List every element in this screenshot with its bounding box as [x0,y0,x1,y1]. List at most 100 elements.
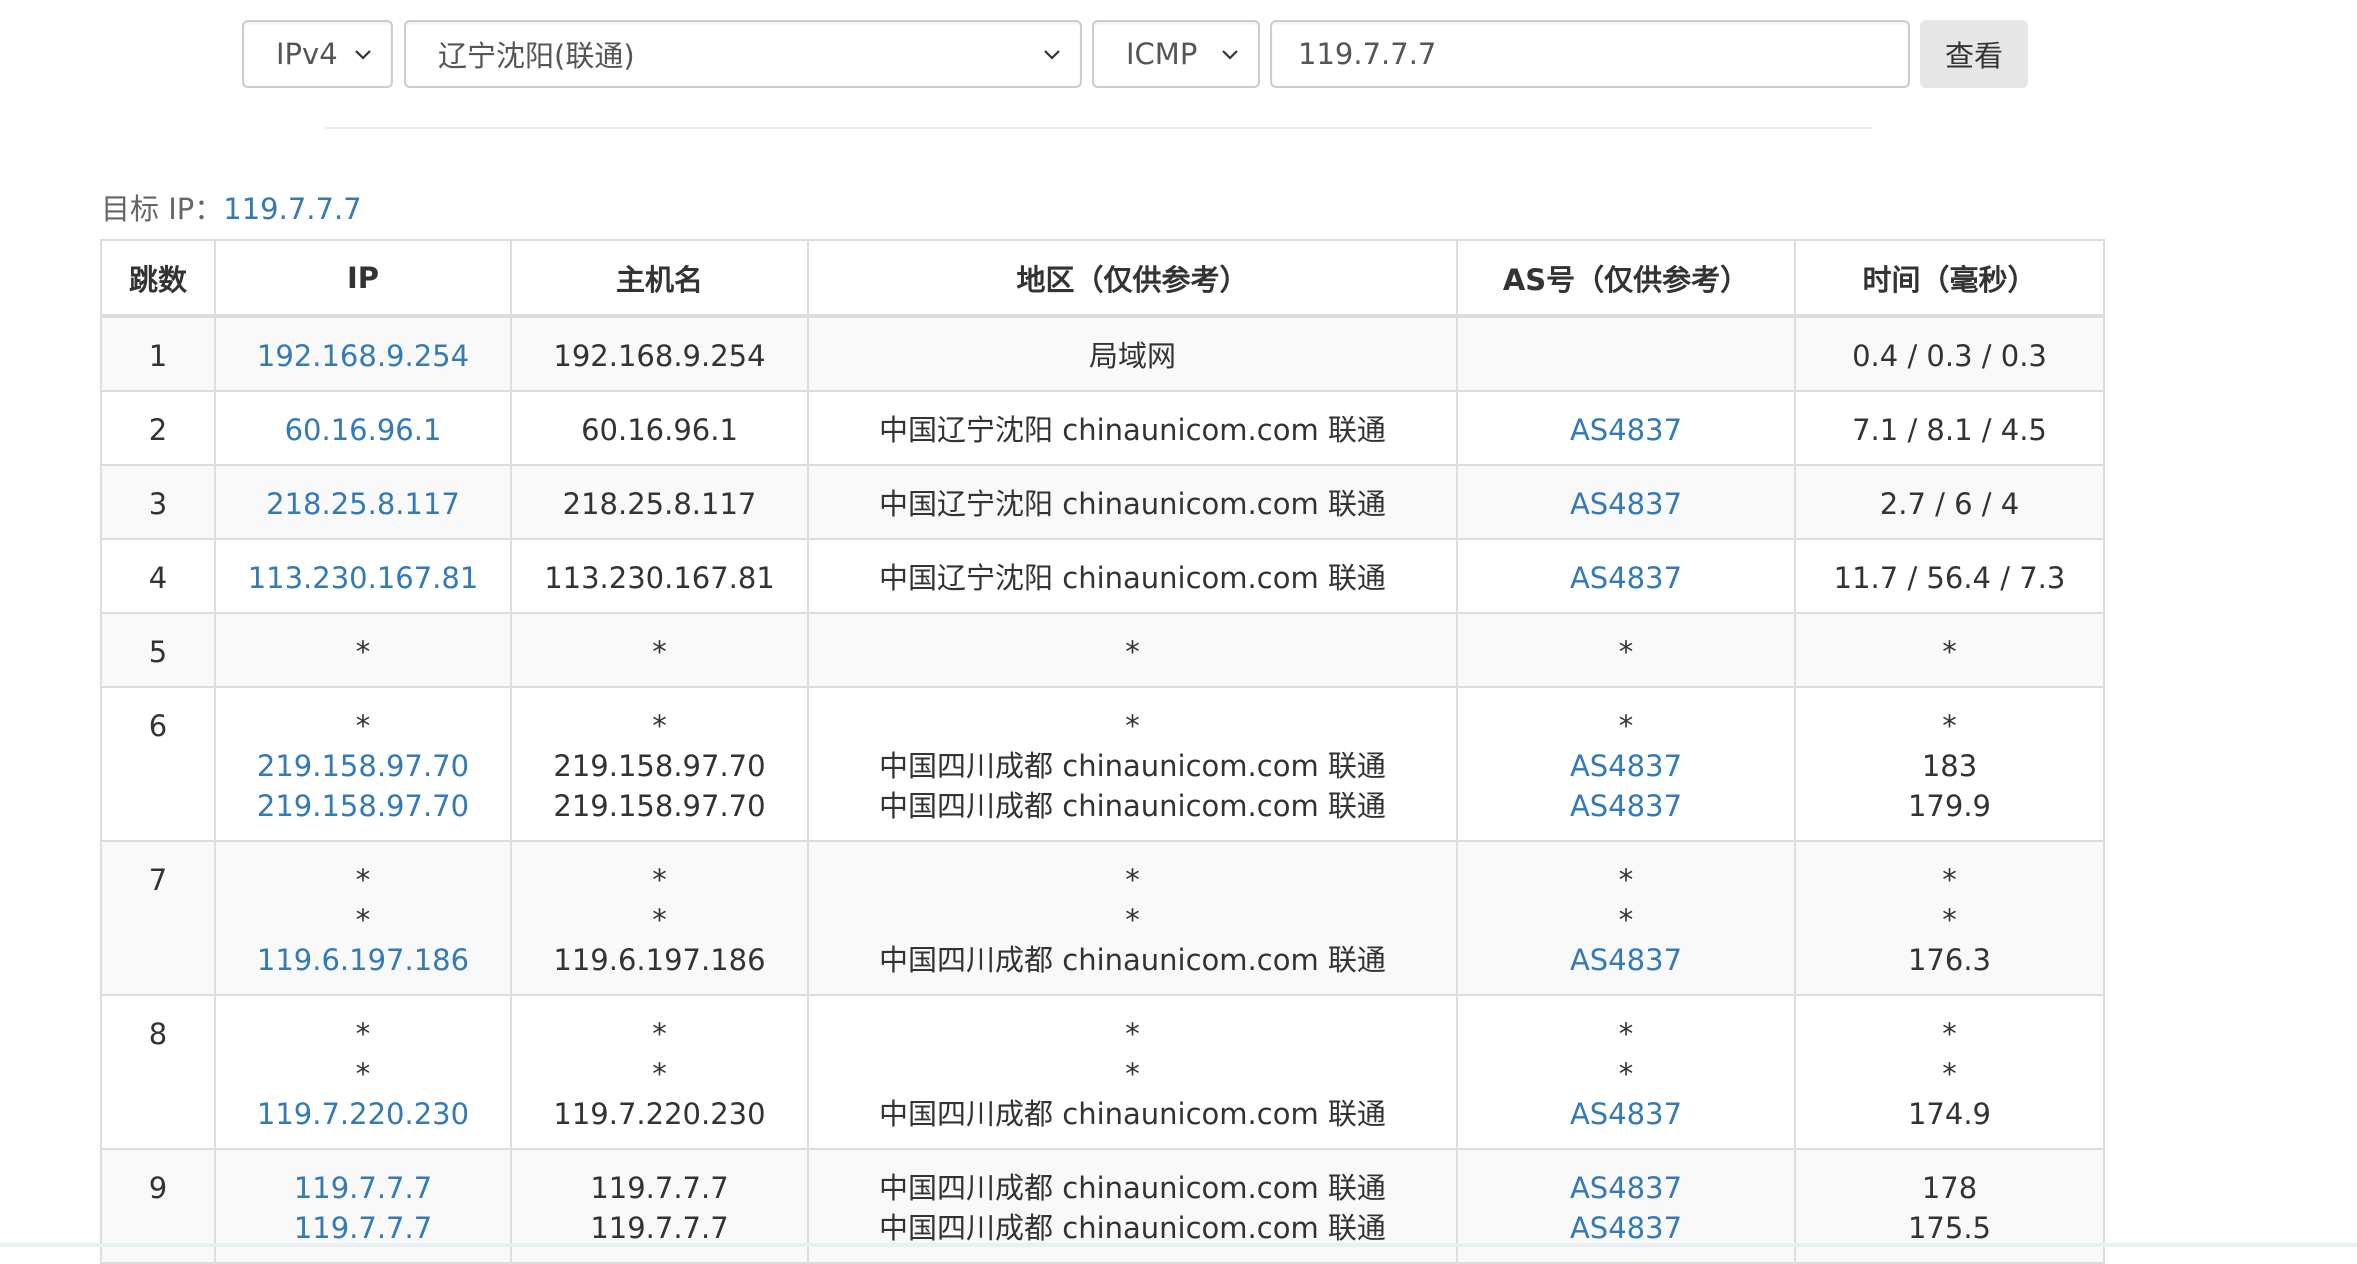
ip-link[interactable]: 219.158.97.70 [216,746,510,786]
region-cell: * [807,612,1458,688]
timeout-marker: * [652,1057,667,1091]
timeout-marker: * [1618,1017,1634,1051]
table-header-row: 跳数 IP 主机名 地区（仅供参考） AS号（仅供参考） 时间（毫秒） [100,239,2105,318]
hop-number: 7 [148,863,168,897]
hostname-cell: 218.25.8.117 [510,464,809,540]
as-link[interactable]: AS4837 [1458,746,1794,786]
header-ip: IP [214,239,512,318]
timeout-marker: * [355,1057,371,1091]
ip-link[interactable]: 119.7.7.7 [216,1168,510,1208]
time-text: 183 [1921,749,1978,783]
hop-number: 8 [148,1017,168,1051]
ip-cell: * [214,612,512,688]
timeout-marker: * [1125,635,1140,669]
region-cell: 局域网 [807,315,1458,392]
timeout-marker: * [1618,635,1634,669]
table-row: 6 * 219.158.97.70 219.158.97.70 * 219.158.97.… [100,686,2105,842]
ip-link[interactable]: 119.7.7.7 [216,1208,510,1248]
region-text: 中国四川成都 chinaunicom.com 联通 [879,789,1386,823]
timeout-marker: * [1942,903,1957,937]
ip-link[interactable]: 60.16.96.1 [216,410,510,450]
protocol-select[interactable]: ICMP [1092,20,1260,88]
chevron-down-icon [1220,44,1240,64]
timeout-marker: * [1618,709,1634,743]
timeout-marker: * [1125,1017,1140,1051]
region-text: 中国四川成都 chinaunicom.com 联通 [879,943,1386,977]
as-link[interactable]: AS4837 [1458,484,1794,524]
timeout-marker: * [1942,863,1957,897]
target-ip-line: 目标 IP：119.7.7.7 [101,186,362,228]
ip-link[interactable]: 218.25.8.117 [216,484,510,524]
as-link[interactable]: AS4837 [1458,410,1794,450]
as-link[interactable]: AS4837 [1458,1208,1794,1248]
ip-cell: 218.25.8.117 [214,464,512,540]
time-cell: 7.1 / 8.1 / 4.5 [1794,390,2105,466]
target-ip-label: 目标 IP： [101,192,224,226]
region-cell: * * 中国四川成都 chinaunicom.com 联通 [807,994,1458,1150]
view-button[interactable]: 查看 [1920,20,2028,88]
time-cell: 2.7 / 6 / 4 [1794,464,2105,540]
time-text: 179.9 [1907,789,1992,823]
header-as: AS号（仅供参考） [1456,239,1796,318]
divider [325,127,1873,129]
ip-link[interactable]: 113.230.167.81 [216,558,510,598]
region-text: 中国四川成都 chinaunicom.com 联通 [879,749,1386,783]
location-value: 辽宁沈阳(联通) [438,39,635,73]
timeout-marker: * [1942,1017,1957,1051]
table-row: 3 218.25.8.117 218.25.8.117 中国辽宁沈阳 chinauni… [100,464,2105,540]
time-cell: 11.7 / 56.4 / 7.3 [1794,538,2105,614]
ip-cell: 192.168.9.254 [214,315,512,392]
target-ip-link[interactable]: 119.7.7.7 [223,192,361,226]
as-link[interactable]: AS4837 [1458,1094,1794,1134]
table-row: 2 60.16.96.1 60.16.96.1 中国辽宁沈阳 chinaunicom.… [100,390,2105,466]
ip-version-select[interactable]: IPv4 [242,20,393,88]
timeout-marker: * [652,709,667,743]
ip-link[interactable]: 219.158.97.70 [216,786,510,826]
timeout-marker: * [652,635,667,669]
time-text: 7.1 / 8.1 / 4.5 [1852,413,2047,447]
region-text: 中国四川成都 chinaunicom.com 联通 [879,1211,1386,1245]
as-cell [1456,315,1796,392]
as-text [1458,336,1794,376]
as-link[interactable]: AS4837 [1458,940,1794,980]
host-text: 60.16.96.1 [581,413,738,447]
as-link[interactable]: AS4837 [1458,558,1794,598]
timeout-marker: * [355,1017,371,1051]
table-row: 1 192.168.9.254 192.168.9.254 局域网 0.4 / 0.3… [100,315,2105,392]
target-input-value: 119.7.7.7 [1298,37,1437,71]
hop-number: 3 [148,487,168,521]
timeout-marker: * [1125,1057,1140,1091]
region-text: 中国四川成都 chinaunicom.com 联通 [879,1171,1386,1205]
as-cell: * AS4837 AS4837 [1456,686,1796,842]
ip-cell: 113.230.167.81 [214,538,512,614]
hostname-cell: * * 119.7.220.230 [510,994,809,1150]
time-cell: * * 176.3 [1794,840,2105,996]
ip-link[interactable]: 119.7.220.230 [216,1094,510,1134]
table-row: 5 * * * * * [100,612,2105,688]
hop-cell: 5 [100,612,216,688]
host-text: 219.158.97.70 [553,749,766,783]
hostname-cell: * [510,612,809,688]
as-link[interactable]: AS4837 [1458,786,1794,826]
timeout-marker: * [1618,863,1634,897]
host-text: 192.168.9.254 [553,339,766,373]
hop-cell: 4 [100,538,216,614]
timeout-marker: * [652,903,667,937]
region-text: 中国辽宁沈阳 chinaunicom.com 联通 [879,413,1386,447]
as-cell: AS4837 [1456,390,1796,466]
ip-link[interactable]: 119.6.197.186 [216,940,510,980]
location-select[interactable]: 辽宁沈阳(联通) [404,20,1082,88]
ip-cell: 60.16.96.1 [214,390,512,466]
time-cell: * 183 179.9 [1794,686,2105,842]
region-cell: * 中国四川成都 chinaunicom.com 联通 中国四川成都 chinaun… [807,686,1458,842]
table-row: 8 * * 119.7.220.230 * * 119.7.220.230 * * 中国四川成都 … [100,994,2105,1150]
host-text: 218.25.8.117 [562,487,757,521]
region-text: 中国四川成都 chinaunicom.com 联通 [879,1097,1386,1131]
protocol-value: ICMP [1126,37,1198,71]
target-input[interactable]: 119.7.7.7 [1270,20,1910,88]
ip-link[interactable]: 192.168.9.254 [216,336,510,376]
as-link[interactable]: AS4837 [1458,1168,1794,1208]
time-cell: * * 174.9 [1794,994,2105,1150]
hop-cell: 8 [100,994,216,1150]
traceroute-table: 跳数 IP 主机名 地区（仅供参考） AS号（仅供参考） 时间（毫秒） 1 192.168.… [100,239,2105,1264]
